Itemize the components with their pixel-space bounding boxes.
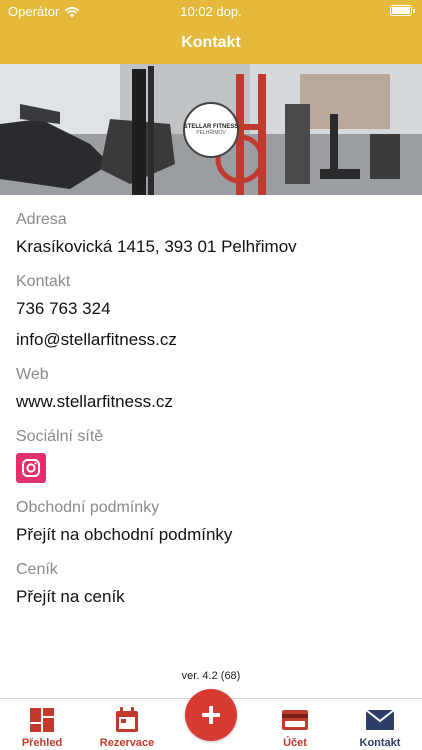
- tab-contact[interactable]: Kontakt: [338, 699, 422, 750]
- tab-reservations-label: Rezervace: [99, 737, 155, 749]
- status-bar: Operátor 10:02 dop.: [0, 0, 422, 22]
- gym-logo: STELLAR FITNESS PELHŘIMOV: [183, 102, 239, 158]
- status-time: 10:02 dop.: [180, 4, 242, 19]
- web-label: Web: [16, 366, 49, 383]
- address-label: Adresa: [16, 211, 67, 228]
- social-label: Sociální sítě: [16, 428, 104, 445]
- gym-photo: STELLAR FITNESS PELHŘIMOV: [0, 64, 422, 195]
- tab-contact-label: Kontakt: [359, 737, 401, 749]
- email-link[interactable]: info@stellarfitness.cz: [16, 330, 177, 350]
- battery-icon: [390, 5, 415, 16]
- tab-overview-label: Přehled: [21, 737, 63, 749]
- app-header: Operátor 10:02 dop. Kontakt: [0, 0, 422, 64]
- app-version: ver. 4.2 (68): [181, 670, 241, 682]
- pricing-link[interactable]: Přejít na ceník: [16, 587, 125, 607]
- instagram-icon[interactable]: [16, 453, 46, 483]
- add-button[interactable]: [185, 689, 237, 741]
- dashboard-icon: [30, 708, 54, 732]
- tab-bar: Přehled Rezervace Účet Kontakt: [0, 689, 422, 750]
- calendar-icon: [116, 707, 138, 732]
- tab-account[interactable]: Účet: [252, 699, 338, 750]
- page-title: Kontakt: [181, 34, 241, 51]
- pricing-label: Ceník: [16, 561, 58, 578]
- terms-link[interactable]: Přejít na obchodní podmínky: [16, 525, 232, 545]
- contact-label: Kontakt: [16, 273, 71, 290]
- web-link[interactable]: www.stellarfitness.cz: [16, 392, 173, 412]
- card-icon: [282, 710, 308, 730]
- terms-label: Obchodní podmínky: [16, 499, 160, 516]
- tab-account-label: Účet: [283, 737, 307, 749]
- envelope-icon: [365, 709, 395, 730]
- tab-overview[interactable]: Přehled: [0, 699, 84, 750]
- address-value[interactable]: Krasíkovická 1415, 393 01 Pelhřimov: [16, 237, 297, 257]
- phone-link[interactable]: 736 763 324: [16, 299, 111, 319]
- tab-reservations[interactable]: Rezervace: [84, 699, 170, 750]
